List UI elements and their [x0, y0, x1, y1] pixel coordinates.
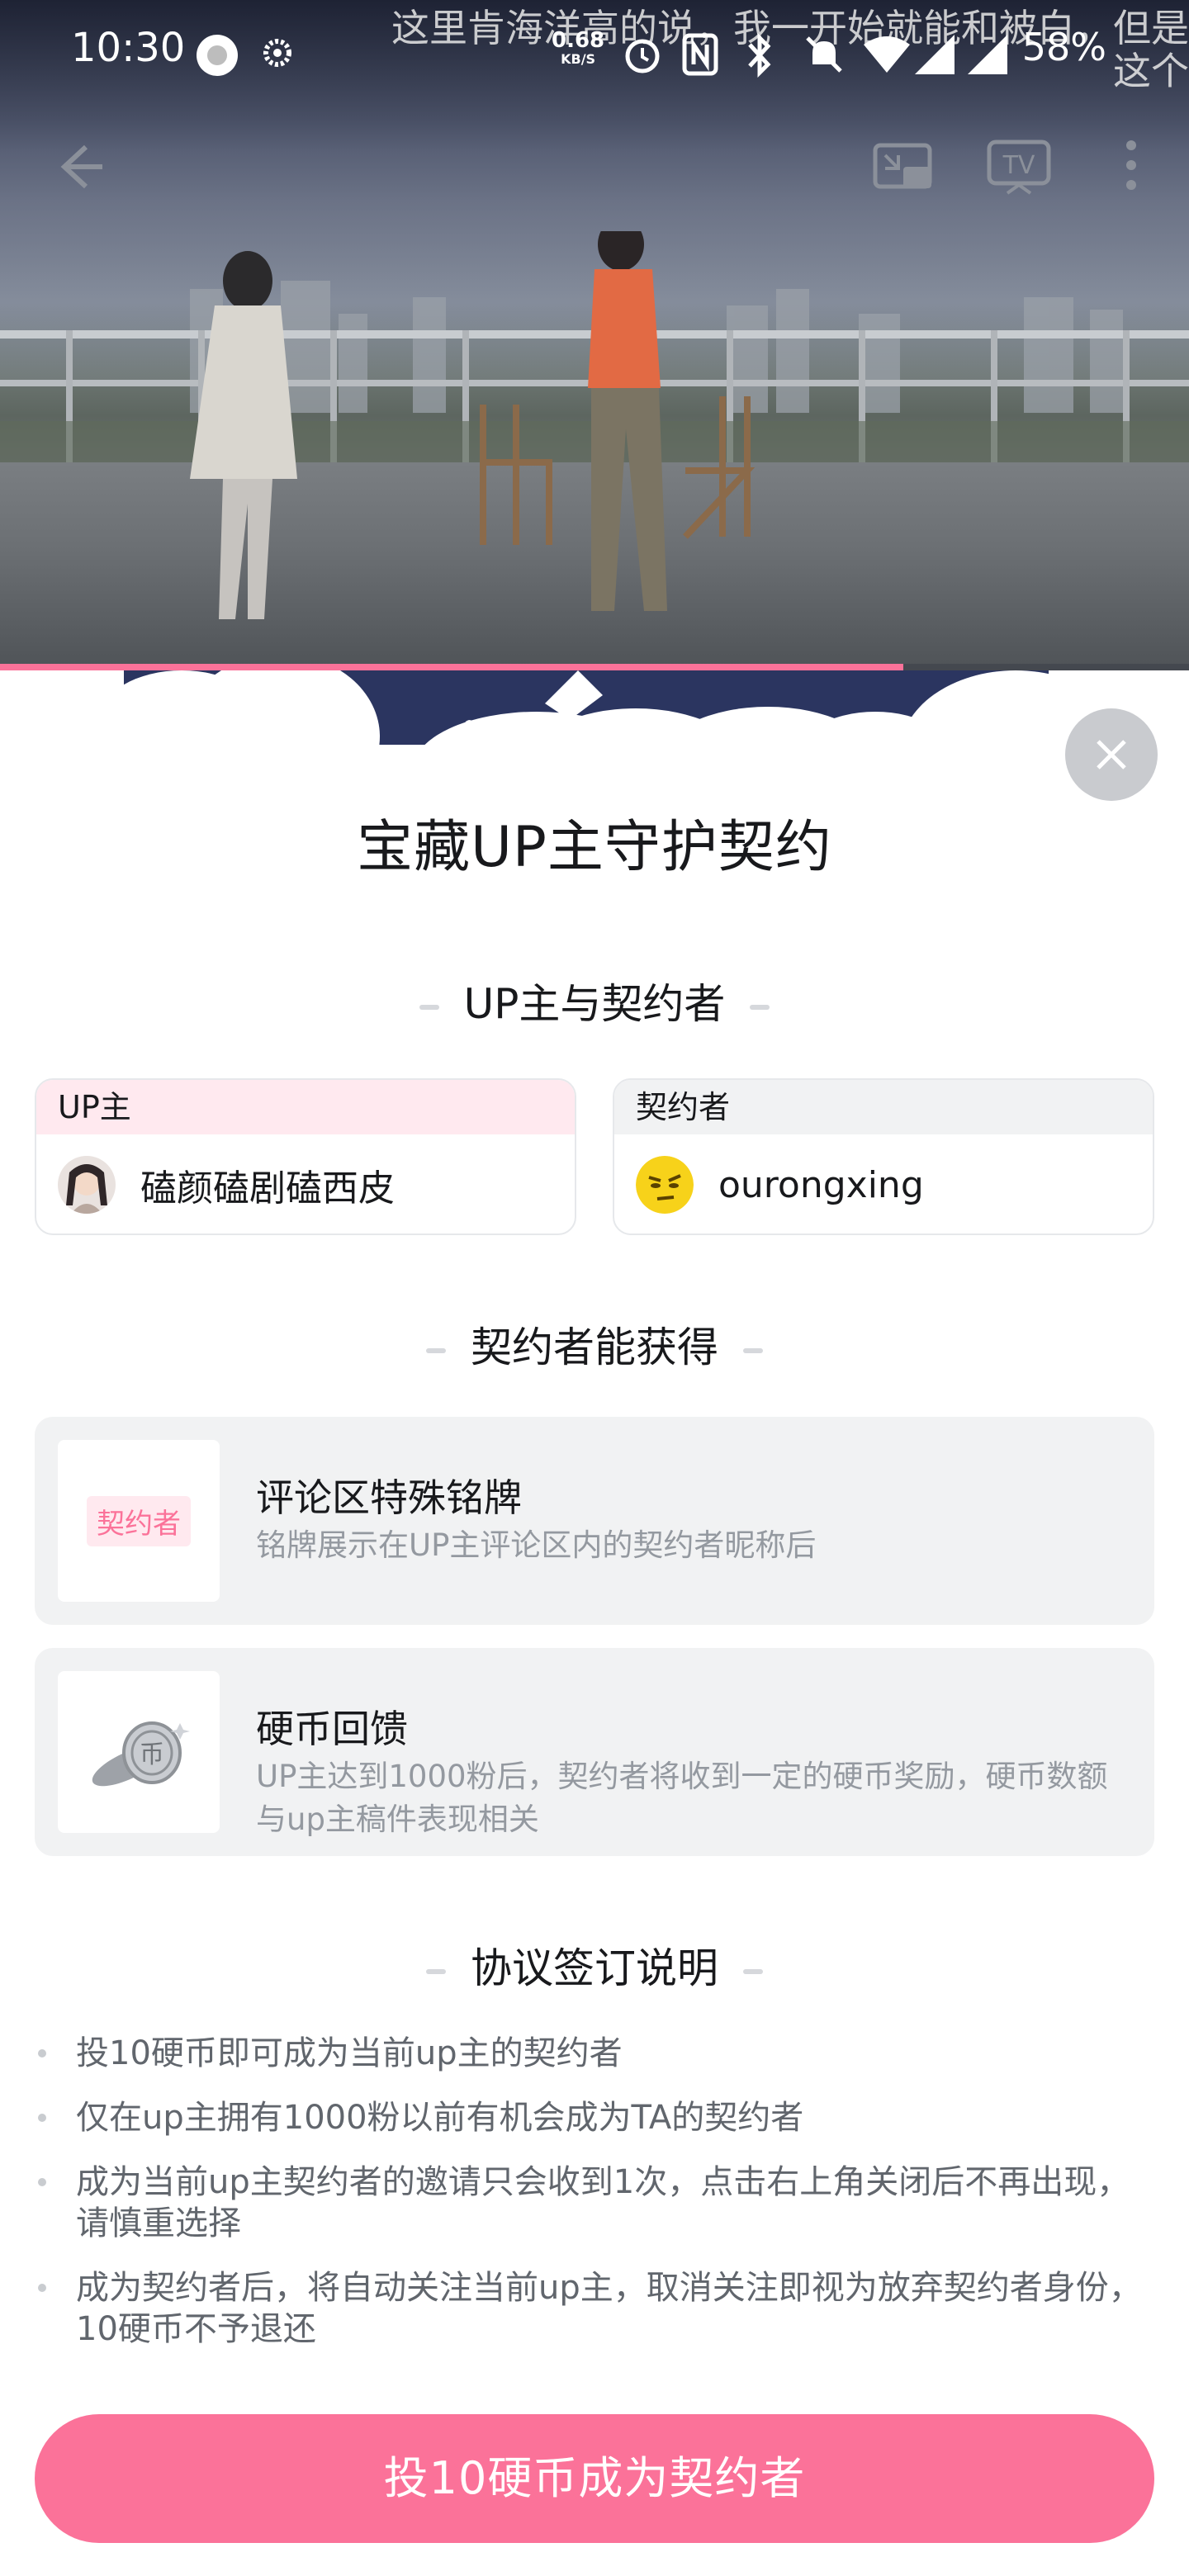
banner-decoration — [0, 670, 1189, 745]
contractor-badge: 契约者 — [87, 1495, 191, 1546]
net-speed-unit: KB/S — [561, 51, 596, 67]
nfc-icon — [682, 33, 718, 76]
signal-icon-2 — [968, 35, 1007, 74]
become-contractor-button[interactable]: 投10硬币成为契约者 — [35, 2414, 1154, 2543]
bluetooth-icon — [748, 33, 771, 78]
net-speed: 0.68 KB/S — [552, 30, 604, 68]
close-icon — [1097, 740, 1126, 769]
alarm-icon — [625, 39, 660, 73]
video-player[interactable]: 这里肯海洋高的说，我一开始就能和被白，但是 这个 10:30 0.68 KB/S… — [0, 0, 1189, 670]
up-name: 磕颜磕剧磕西皮 — [140, 1167, 395, 1210]
section-benefits-label: 契约者能获得 — [471, 1324, 718, 1371]
back-arrow-icon[interactable] — [53, 140, 106, 193]
svg-text:TV: TV — [1002, 151, 1035, 180]
signal-icon-1 — [915, 35, 955, 74]
up-card: UP主 磕颜磕剧磕西皮 — [35, 1078, 576, 1235]
net-speed-value: 0.68 — [552, 28, 605, 53]
coin-thumb: 币 — [58, 1671, 220, 1833]
section-parties-label: UP主与契约者 — [463, 980, 726, 1028]
mute-icon — [806, 36, 842, 73]
svg-text:币: 币 — [140, 1740, 164, 1769]
video-progress-bar[interactable] — [0, 664, 1189, 670]
banner-heart-icon — [464, 720, 486, 738]
benefit-desc: 铭牌展示在UP主评论区内的契约者昵称后 — [256, 1527, 817, 1563]
section-rules-label: 协议签订说明 — [471, 1944, 718, 1992]
section-title-rules: 协议签订说明 — [0, 1935, 1189, 1995]
tv-cast-icon[interactable]: TV — [986, 139, 1052, 195]
benefit-card-coins: 币 硬币回馈 UP主达到1000粉后，契约者将收到一定的硬币奖励，硬币数额与up… — [35, 1648, 1154, 1856]
rules-list: 投10硬币即可成为当前up主的契约者 仅在up主拥有1000粉以前有机会成为TA… — [35, 2033, 1154, 2373]
benefit-title: 评论区特殊铭牌 — [256, 1475, 522, 1520]
status-time: 10:30 — [71, 25, 186, 71]
nameplate-thumb: 契约者 — [58, 1440, 220, 1602]
app-badge-icon — [197, 35, 238, 76]
benefit-desc: UP主达到1000粉后，契约者将收到一定的硬币奖励，硬币数额与up主稿件表现相关 — [256, 1759, 1108, 1837]
video-figures — [190, 231, 756, 619]
up-card-label: UP主 — [36, 1080, 575, 1134]
pip-icon[interactable] — [872, 140, 935, 193]
contractor-card: 契约者 ourongxing — [613, 1078, 1154, 1235]
section-title-benefits: 契约者能获得 — [0, 1314, 1189, 1374]
rule-item: 成为当前up主契约者的邀请只会收到1次，点击右上角关闭后不再出现，请慎重选择 — [35, 2162, 1154, 2244]
battery-percent: 58% — [1021, 25, 1106, 69]
wifi-icon — [864, 36, 910, 73]
up-avatar — [58, 1156, 116, 1214]
contractor-card-label: 契约者 — [614, 1080, 1153, 1134]
benefit-card-nameplate: 契约者 评论区特殊铭牌 铭牌展示在UP主评论区内的契约者昵称后 — [35, 1417, 1154, 1625]
more-vertical-icon[interactable] — [1123, 139, 1139, 192]
gear-notification-icon — [263, 39, 291, 67]
banner-star-icon — [512, 670, 603, 720]
status-bar: 10:30 0.68 KB/S 58% — [0, 0, 1189, 107]
player-top-bar: TV — [0, 124, 1189, 206]
coin-icon: 币 — [92, 1721, 190, 1787]
close-button[interactable] — [1065, 708, 1158, 801]
rule-item: 仅在up主拥有1000粉以前有机会成为TA的契约者 — [35, 2097, 1154, 2138]
contractor-avatar — [636, 1156, 694, 1214]
rule-item: 投10硬币即可成为当前up主的契约者 — [35, 2033, 1154, 2074]
section-title-parties: UP主与契约者 — [0, 971, 1189, 1030]
contractor-name: ourongxing — [718, 1163, 924, 1206]
rule-item: 成为契约者后，将自动关注当前up主，取消关注即视为放弃契约者身份，10硬币不予退… — [35, 2267, 1154, 2350]
benefit-title: 硬币回馈 — [256, 1707, 408, 1751]
sheet-title: 宝藏UP主守护契约 — [357, 815, 832, 880]
video-progress-fill — [0, 664, 904, 670]
